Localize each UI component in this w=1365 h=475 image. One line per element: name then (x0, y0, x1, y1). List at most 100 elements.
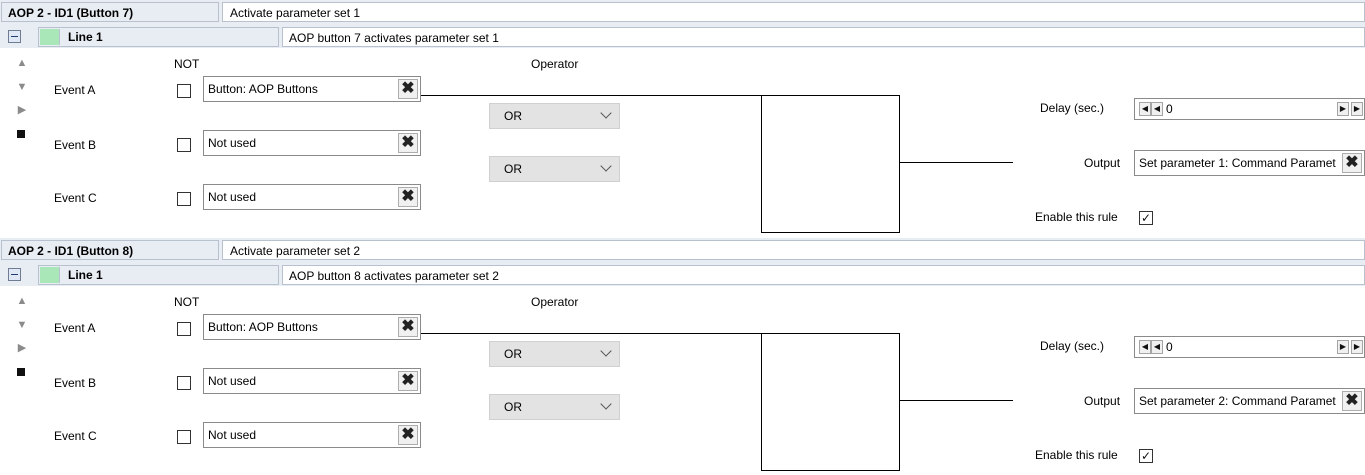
x-icon[interactable]: ✖ (398, 317, 418, 337)
event-a-field[interactable]: Button: AOP Buttons ✖ (203, 76, 421, 102)
x-icon[interactable]: ✖ (398, 371, 418, 391)
not-column-label: NOT (174, 295, 200, 309)
operator-2-value: OR (504, 400, 522, 414)
operator-column-label: Operator (531, 295, 579, 309)
spin-right-icon[interactable]: ▶ (1337, 340, 1349, 354)
event-a-field[interactable]: Button: AOP Buttons ✖ (203, 314, 421, 340)
logic-block (761, 333, 900, 471)
enable-rule-label: Enable this rule (1035, 210, 1118, 224)
line-label[interactable]: Line 1 (38, 27, 279, 47)
x-icon[interactable]: ✖ (398, 425, 418, 445)
operator-select-2[interactable]: OR (489, 156, 620, 182)
event-c-value: Not used (208, 190, 257, 204)
event-a-value: Button: AOP Buttons (208, 82, 318, 96)
triangle-up-icon[interactable]: ▲ (16, 295, 28, 307)
line-color-swatch[interactable] (40, 267, 60, 283)
operator-select-1[interactable]: OR (489, 341, 620, 367)
rule-description-field[interactable]: Activate parameter set 1 (222, 2, 1365, 22)
event-b-value: Not used (208, 374, 257, 388)
event-a-not-checkbox[interactable] (177, 84, 191, 98)
delay-label: Delay (sec.) (1040, 101, 1105, 115)
enable-rule-label: Enable this rule (1035, 448, 1118, 462)
square-stop-icon[interactable] (17, 130, 25, 138)
event-b-not-checkbox[interactable] (177, 138, 191, 152)
chevron-down-icon (600, 345, 612, 357)
not-column-label: NOT (174, 57, 200, 71)
line-name: Line 1 (68, 30, 103, 44)
output-label: Output (1084, 394, 1121, 408)
line-label[interactable]: Line 1 (38, 265, 279, 285)
event-c-label: Event C (54, 191, 97, 205)
spin-left-icon[interactable]: ◀ (1151, 102, 1163, 116)
event-b-label: Event B (54, 138, 97, 152)
event-connector-line (421, 95, 761, 96)
event-b-value: Not used (208, 136, 257, 150)
spin-right-icon[interactable]: ▶ (1351, 340, 1363, 354)
x-icon[interactable]: ✖ (398, 187, 418, 207)
event-c-field[interactable]: Not used ✖ (203, 422, 421, 448)
chevron-down-icon (600, 107, 612, 119)
spin-left-icon[interactable]: ◀ (1139, 102, 1151, 116)
output-field[interactable]: Set parameter 1: Command Paramet ✖ (1134, 150, 1365, 176)
rule-description-field[interactable]: Activate parameter set 2 (222, 240, 1365, 260)
event-a-label: Event A (54, 83, 96, 97)
rule-block-2: AOP 2 - ID1 (Button 8) Activate paramete… (0, 238, 1365, 475)
delay-value: 0 (1166, 102, 1173, 116)
line-color-swatch[interactable] (40, 29, 60, 45)
event-c-not-checkbox[interactable] (177, 192, 191, 206)
triangle-down-icon[interactable]: ▼ (16, 319, 28, 331)
event-c-value: Not used (208, 428, 257, 442)
event-a-label: Event A (54, 321, 96, 335)
spin-right-icon[interactable]: ▶ (1337, 102, 1349, 116)
spin-left-icon[interactable]: ◀ (1139, 340, 1151, 354)
output-connector-line (900, 162, 1013, 163)
line-name: Line 1 (68, 268, 103, 282)
delay-label: Delay (sec.) (1040, 339, 1105, 353)
event-a-not-checkbox[interactable] (177, 322, 191, 336)
event-c-field[interactable]: Not used ✖ (203, 184, 421, 210)
event-b-not-checkbox[interactable] (177, 376, 191, 390)
x-icon[interactable]: ✖ (398, 133, 418, 153)
minus-box-icon[interactable] (8, 30, 21, 43)
spin-left-icon[interactable]: ◀ (1151, 340, 1163, 354)
triangle-right-icon[interactable]: ▶ (16, 104, 28, 116)
triangle-right-icon[interactable]: ▶ (16, 342, 28, 354)
rule-name[interactable]: AOP 2 - ID1 (Button 7) (1, 2, 219, 22)
chevron-down-icon (600, 160, 612, 172)
delay-value: 0 (1166, 340, 1173, 354)
output-value: Set parameter 1: Command Paramet (1139, 156, 1336, 170)
square-stop-icon[interactable] (17, 368, 25, 376)
line-description-field[interactable]: AOP button 8 activates parameter set 2 (282, 265, 1365, 285)
event-c-not-checkbox[interactable] (177, 430, 191, 444)
rule-block-1: AOP 2 - ID1 (Button 7) Activate paramete… (0, 0, 1365, 237)
event-b-label: Event B (54, 376, 97, 390)
event-a-value: Button: AOP Buttons (208, 320, 318, 334)
output-value: Set parameter 2: Command Paramet (1139, 394, 1336, 408)
delay-spinner[interactable]: ◀ ◀ 0 ▶ ▶ (1134, 98, 1365, 120)
output-connector-line (900, 400, 1013, 401)
operator-select-2[interactable]: OR (489, 394, 620, 420)
minus-box-icon[interactable] (8, 268, 21, 281)
triangle-up-icon[interactable]: ▲ (16, 57, 28, 69)
x-icon[interactable]: ✖ (1342, 391, 1362, 411)
operator-2-value: OR (504, 162, 522, 176)
event-b-field[interactable]: Not used ✖ (203, 368, 421, 394)
output-label: Output (1084, 156, 1121, 170)
output-field[interactable]: Set parameter 2: Command Paramet ✖ (1134, 388, 1365, 414)
spin-right-icon[interactable]: ▶ (1351, 102, 1363, 116)
operator-1-value: OR (504, 347, 522, 361)
chevron-down-icon (600, 398, 612, 410)
operator-select-1[interactable]: OR (489, 103, 620, 129)
operator-1-value: OR (504, 109, 522, 123)
event-b-field[interactable]: Not used ✖ (203, 130, 421, 156)
enable-rule-checkbox[interactable]: ✓ (1139, 449, 1153, 463)
x-icon[interactable]: ✖ (398, 79, 418, 99)
operator-column-label: Operator (531, 57, 579, 71)
line-description-field[interactable]: AOP button 7 activates parameter set 1 (282, 27, 1365, 47)
triangle-down-icon[interactable]: ▼ (16, 81, 28, 93)
rule-name[interactable]: AOP 2 - ID1 (Button 8) (1, 240, 219, 260)
event-connector-line (421, 333, 761, 334)
x-icon[interactable]: ✖ (1342, 153, 1362, 173)
delay-spinner[interactable]: ◀ ◀ 0 ▶ ▶ (1134, 336, 1365, 358)
enable-rule-checkbox[interactable]: ✓ (1139, 211, 1153, 225)
